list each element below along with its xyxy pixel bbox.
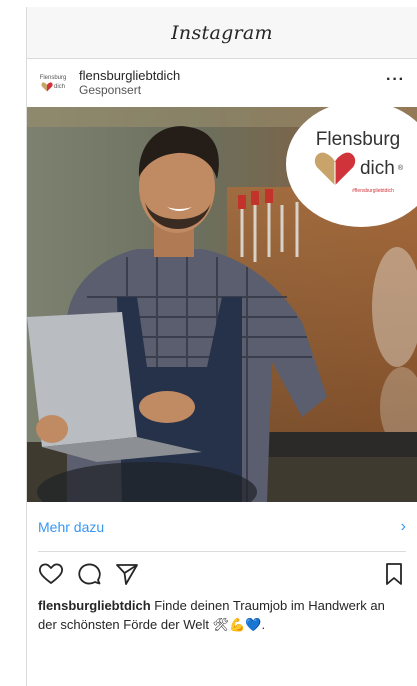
post-header: Flensburg dich flensburgliebtdich Gespon…: [27, 59, 417, 107]
post-actions: [27, 552, 417, 596]
sponsored-label: Gesponsert: [79, 83, 142, 97]
instagram-post-frame: Instagram Flensburg dich flensburgliebtd…: [26, 7, 417, 686]
avatar[interactable]: Flensburg dich: [37, 67, 69, 99]
more-options-icon[interactable]: ···: [386, 71, 405, 89]
learn-more-button[interactable]: Mehr dazu ›: [38, 502, 406, 552]
post-image[interactable]: Flensburg dich ® #flensburgliebtdich: [27, 107, 417, 502]
learn-more-label: Mehr dazu: [38, 518, 105, 535]
heart-icon[interactable]: [38, 561, 64, 587]
chevron-right-icon: ›: [400, 517, 406, 535]
badge-hashtag: #flensburgliebtdich: [352, 187, 394, 194]
post-caption: flensburgliebtdich Finde deinen Traumjob…: [27, 596, 417, 634]
badge-dich: dich: [359, 157, 395, 179]
caption-username[interactable]: flensburgliebtdich: [38, 598, 151, 613]
comment-icon[interactable]: [76, 561, 102, 587]
heart-logo-icon: [41, 81, 53, 91]
account-name[interactable]: flensburgliebtdich: [79, 68, 180, 83]
avatar-wordmark: Flensburg: [39, 74, 67, 81]
registered-mark: ®: [397, 165, 404, 172]
badge-wordmark: Flensburg: [315, 128, 401, 150]
avatar-dich: dich: [53, 83, 65, 90]
app-title: Instagram: [171, 21, 273, 44]
heart-logo-icon: [314, 152, 356, 185]
send-icon[interactable]: [114, 561, 140, 587]
app-top-bar: Instagram: [27, 7, 417, 59]
bookmark-icon[interactable]: [381, 561, 407, 587]
